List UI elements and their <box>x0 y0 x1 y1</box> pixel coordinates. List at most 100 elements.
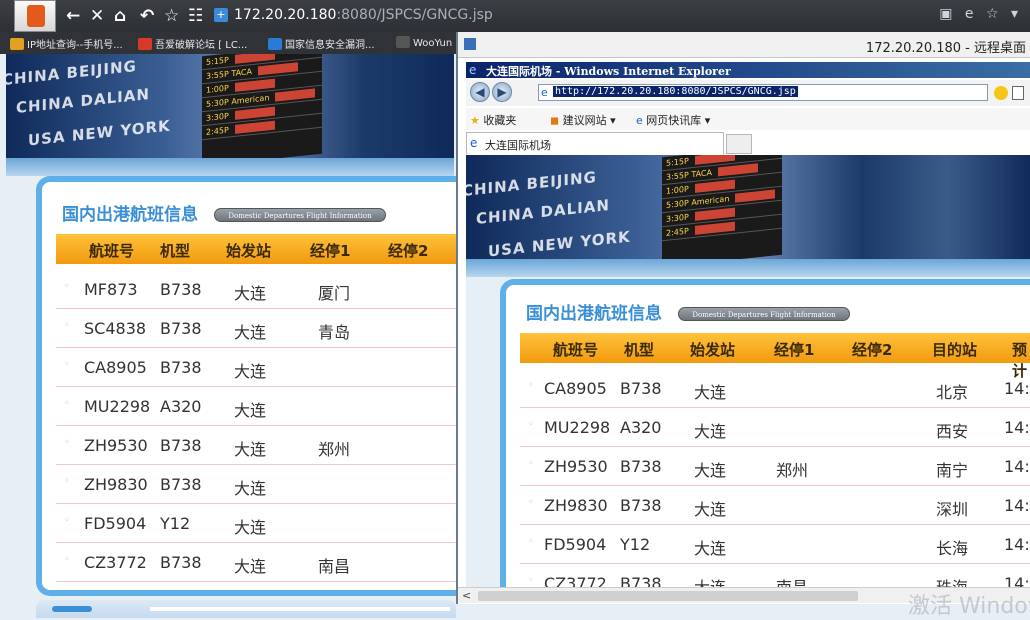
column-header[interactable]: 航班号 <box>553 339 598 360</box>
table-cell-flight: CA8905 <box>544 379 607 398</box>
row-bullet-icon: ◦ <box>64 359 70 370</box>
table-cell-flight: CZ3772 <box>84 553 147 572</box>
left-banner-image: 5:15P 3:55P TACA 1:00P 5:30P American 3:30P 2… <box>6 54 454 158</box>
bookmark-item[interactable]: 国家信息安全漏洞... <box>268 36 375 51</box>
scrollbar-thumb[interactable] <box>478 591 858 601</box>
home-icon[interactable]: ⌂ <box>114 6 126 26</box>
table-cell-flight: MU2298 <box>84 397 151 416</box>
apps-grid-icon[interactable]: ☷ <box>188 6 203 26</box>
table-cell-time: 14:2 <box>1004 496 1030 515</box>
column-header[interactable]: 目的站 <box>932 339 977 360</box>
bookmark-item[interactable]: IP地址查询--手机号... <box>10 36 123 51</box>
row-bullet-icon: ◦ <box>64 515 70 526</box>
table-cell-type: Y12 <box>620 535 651 554</box>
undo-icon[interactable]: ↶ <box>140 6 154 26</box>
table-cell-dest: 南宁 <box>936 461 969 480</box>
table-row[interactable]: ◦ FD5904 Y12 大连 长海 14:4 <box>520 525 1030 564</box>
column-header[interactable]: 始发站 <box>690 339 735 360</box>
refresh-icon[interactable] <box>994 86 1008 100</box>
app-icon[interactable] <box>14 0 56 32</box>
ie-page-icon: e <box>541 86 548 99</box>
scroll-left-icon[interactable]: < <box>462 589 471 602</box>
bookmark-favicon-icon <box>138 38 152 50</box>
ie-navigation-bar: ◀ ▶ e http://172.20.20.180:8080/JSPCS/GN… <box>466 80 1030 106</box>
column-header[interactable]: 经停2 <box>388 240 428 261</box>
ie-forward-icon[interactable]: ▶ <box>492 82 512 102</box>
table-row[interactable]: ◦ SC4838 B738 大连 青岛 <box>56 309 466 348</box>
banner-city-text: CHINA DALIAN <box>16 84 150 118</box>
table-cell-flight: ZH9530 <box>544 457 608 476</box>
dropdown-icon[interactable] <box>1012 86 1024 100</box>
new-tab-button[interactable] <box>726 134 752 154</box>
table-cell-type: B738 <box>160 436 202 455</box>
ie-titlebar[interactable]: e 大连国际机场 - Windows Internet Explorer <box>466 62 1030 78</box>
table-cell-type: B738 <box>620 457 662 476</box>
ie-back-icon[interactable]: ◀ <box>470 82 490 102</box>
column-header[interactable]: 航班号 <box>89 240 134 261</box>
row-bullet-icon: ◦ <box>528 458 534 469</box>
favorites-label: 收藏夹 <box>483 114 517 127</box>
suggested-sites-link[interactable]: ◼ 建议网站 ▾ <box>550 112 616 128</box>
left-next-section <box>36 600 456 618</box>
column-header[interactable]: 经停2 <box>852 339 892 360</box>
row-bullet-icon: ◦ <box>528 536 534 547</box>
table-row[interactable]: ◦ CA8905 B738 大连 北京 14:1 <box>520 369 1030 408</box>
bookmark-item[interactable]: 吾爱破解论坛 [ LC... <box>138 36 247 51</box>
toolbar-right-icons[interactable]: ▣ e ☆ ▾ <box>939 6 1022 22</box>
row-bullet-icon: ◦ <box>64 320 70 331</box>
left-banner-band <box>6 158 454 176</box>
table-cell-origin: 大连 <box>234 557 267 576</box>
table-row[interactable]: ◦ MF873 B738 大连 厦门 <box>56 270 466 309</box>
banner-city-text: USA NEW YORK <box>488 227 631 259</box>
favorites-button[interactable]: ★ 收藏夹 <box>470 112 516 128</box>
back-icon[interactable]: ← <box>66 6 80 26</box>
url-host: 172.20.20.180 <box>234 7 337 23</box>
activate-windows-watermark: 激活 Windows <box>908 594 1030 619</box>
table-cell-origin: 大连 <box>234 323 267 342</box>
flight-board-graphic: 5:15P 3:55P TACA 1:00P 5:30P American 3:30P 2… <box>662 155 782 259</box>
ie-url-text: http://172.20.20.180:8080/JSPCS/GNCG.jsp <box>553 86 798 97</box>
ie-window-title: 大连国际机场 - Windows Internet Explorer <box>486 65 731 78</box>
favorites-star-icon: ★ <box>470 114 480 127</box>
row-bullet-icon: ◦ <box>528 497 534 508</box>
bookmark-item[interactable]: WooYun <box>396 36 452 49</box>
table-cell-type: Y12 <box>160 514 191 533</box>
table-row[interactable]: ◦ ZH9530 B738 大连 郑州 南宁 14:2 <box>520 447 1030 486</box>
table-row[interactable]: ◦ CZ3772 B738 大连 南昌 <box>56 543 466 582</box>
column-header[interactable]: 机型 <box>160 240 190 261</box>
address-bar[interactable]: 172.20.20.180:8080/JSPCS/GNCG.jsp <box>234 7 493 23</box>
table-row[interactable]: ◦ CA8905 B738 大连 <box>56 348 466 387</box>
table-cell-stop1: 南昌 <box>318 557 351 576</box>
star-icon[interactable]: ☆ <box>164 6 179 26</box>
table-row[interactable]: ◦ FD5904 Y12 大连 <box>56 504 466 543</box>
table-row[interactable]: ◦ MU2298 A320 大连 西安 14:1 <box>520 408 1030 447</box>
web-slice-link[interactable]: e 网页快讯库 ▾ <box>636 112 710 128</box>
remote-desktop-titlebar[interactable]: 172.20.20.180 - 远程桌面 <box>458 32 1030 58</box>
table-row[interactable]: ◦ ZH9830 B738 大连 深圳 14:2 <box>520 486 1030 525</box>
table-cell-origin: 大连 <box>694 461 727 480</box>
table-row[interactable]: ◦ MU2298 A320 大连 <box>56 387 466 426</box>
section-title: 国内出港航班信息 <box>62 205 198 225</box>
table-cell-dest: 珠海 <box>936 574 968 587</box>
ie-address-bar[interactable]: e http://172.20.20.180:8080/JSPCS/GNCG.j… <box>538 84 988 101</box>
row-bullet-icon: ◦ <box>64 398 70 409</box>
table-row[interactable]: ◦ CZ3772 B738 大连 南昌 珠海 14:4 <box>520 564 1030 587</box>
column-header[interactable]: 经停1 <box>310 240 350 261</box>
column-header[interactable]: 始发站 <box>226 240 271 261</box>
fav-item-label: 建议网站 ▾ <box>562 114 616 127</box>
ie-tab[interactable]: e 大连国际机场 <box>466 132 724 154</box>
close-icon[interactable]: ✕ <box>90 6 104 26</box>
table-cell-flight: SC4838 <box>84 319 147 338</box>
column-header[interactable]: 机型 <box>624 339 654 360</box>
table-cell-type: B738 <box>160 553 202 572</box>
table-cell-stop1: 南昌 <box>776 574 808 587</box>
table-cell-stop1: 厦门 <box>318 284 351 303</box>
table-cell-dest: 西安 <box>936 422 969 441</box>
table-cell-flight: ZH9830 <box>84 475 148 494</box>
table-cell-flight: CZ3772 <box>544 574 607 587</box>
table-cell-type: B738 <box>620 574 662 587</box>
column-header[interactable]: 经停1 <box>774 339 814 360</box>
table-row[interactable]: ◦ ZH9830 B738 大连 <box>56 465 466 504</box>
remote-desktop-window[interactable]: 172.20.20.180 - 远程桌面 e 大连国际机场 - Windows … <box>456 32 1030 604</box>
table-row[interactable]: ◦ ZH9530 B738 大连 郑州 <box>56 426 466 465</box>
